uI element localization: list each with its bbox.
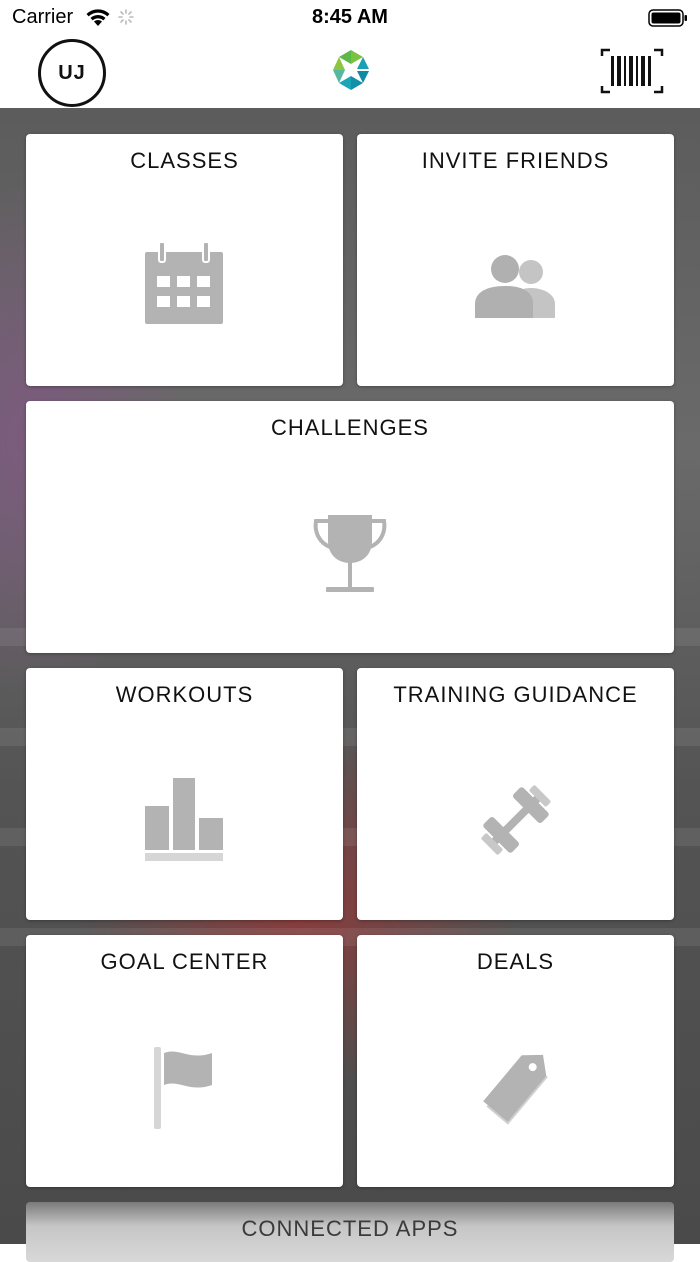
goal-center-title: GOAL CENTER (100, 949, 269, 974)
goal-center-tile[interactable]: GOAL CENTER (26, 935, 343, 1187)
challenges-title: CHALLENGES (271, 415, 429, 440)
connected-apps-tile[interactable]: CONNECTED APPS (26, 1202, 674, 1262)
invite-friends-tile[interactable]: INVITE FRIENDS (357, 134, 674, 386)
classes-tile[interactable]: CLASSES (26, 134, 343, 386)
flag-icon (153, 1047, 216, 1136)
avatar-initials: UJ (58, 61, 86, 84)
status-bar: Carrier 8:45 AM (0, 0, 700, 36)
calendar-icon (144, 241, 225, 331)
dumbbell-icon (474, 778, 558, 867)
app-logo-icon (329, 48, 373, 97)
avatar[interactable]: UJ (38, 39, 106, 107)
barcode-icon[interactable] (600, 48, 664, 101)
workouts-title: WORKOUTS (115, 682, 254, 707)
trophy-icon (310, 513, 390, 600)
people-icon (474, 252, 557, 323)
invite-friends-title: INVITE FRIENDS (421, 148, 610, 173)
deals-title: DEALS (476, 949, 555, 974)
deals-tile[interactable]: DEALS (357, 935, 674, 1187)
training-guidance-title: TRAINING GUIDANCE (393, 682, 638, 707)
classes-title: CLASSES (130, 148, 239, 173)
bar-chart-icon (144, 778, 225, 867)
nav-bar: UJ (0, 36, 700, 108)
battery-icon (648, 8, 688, 33)
price-tag-icon (478, 1045, 554, 1134)
status-time: 8:45 AM (312, 6, 388, 28)
workouts-tile[interactable]: WORKOUTS (26, 668, 343, 920)
challenges-tile[interactable]: CHALLENGES (26, 401, 674, 653)
training-guidance-tile[interactable]: TRAINING GUIDANCE (357, 668, 674, 920)
connected-apps-title: CONNECTED APPS (241, 1216, 459, 1241)
